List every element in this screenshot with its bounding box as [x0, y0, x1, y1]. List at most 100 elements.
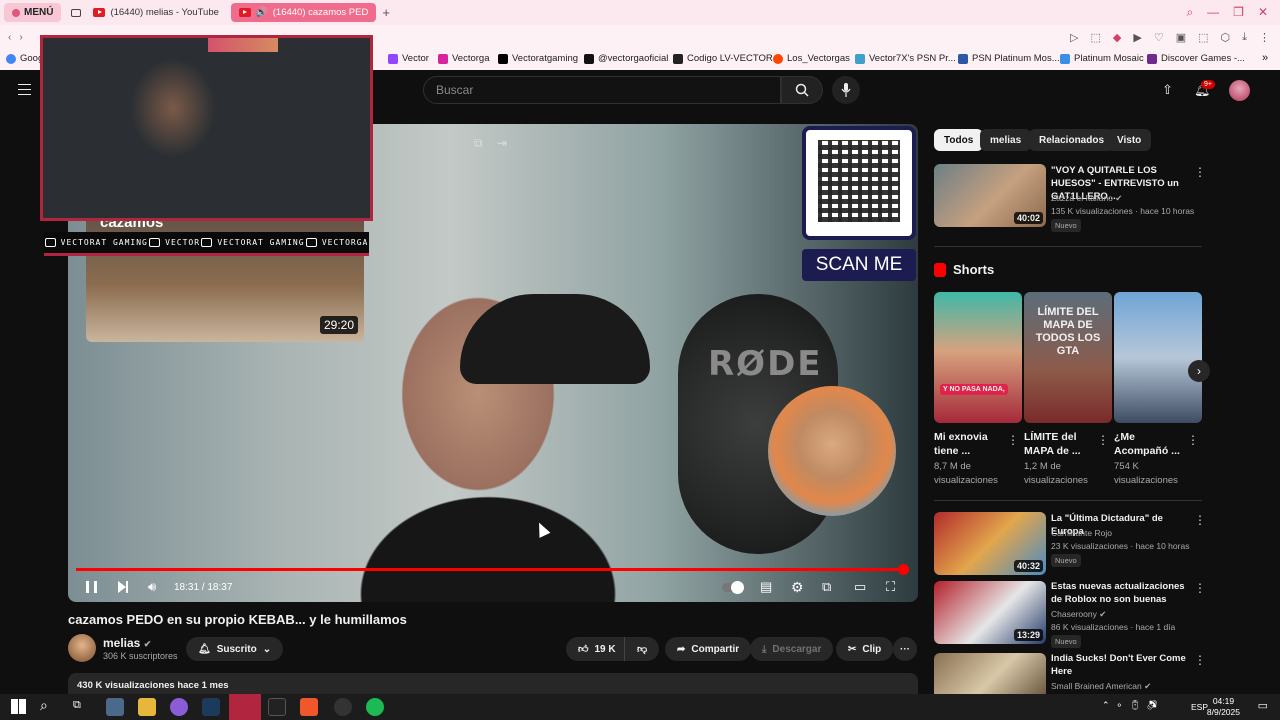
rec-more-icon[interactable]: ⋮ — [1194, 582, 1206, 594]
like-button[interactable]: 👍︎ 19 K — [566, 637, 628, 661]
overlay-video-card[interactable]: cazamos 29:20 — [86, 200, 364, 342]
rec-more-icon[interactable]: ⋮ — [1194, 514, 1206, 526]
rec-channel-2[interactable]: Caminante Rojo — [1051, 528, 1112, 538]
maximize-icon[interactable]: ❐ — [1233, 5, 1244, 20]
progress-scrubber[interactable] — [898, 564, 910, 575]
pause-button[interactable] — [86, 579, 97, 595]
rec-thumbnail-1[interactable]: 40:02 — [934, 164, 1046, 227]
theater-button[interactable]: ▭ — [854, 579, 866, 595]
bookmark-psn-platinum[interactable]: PSN Platinum Mos... — [958, 53, 1060, 64]
short-title-2[interactable]: LÍMITE del MAPA de ... — [1024, 430, 1096, 458]
windows-start-icon[interactable] — [11, 699, 26, 714]
rec-thumbnail-4[interactable] — [934, 653, 1046, 694]
sidebar-icon[interactable]: ▣ — [1176, 31, 1186, 44]
steam-icon[interactable] — [202, 698, 220, 716]
task-view-icon[interactable]: ⧉ — [73, 699, 81, 712]
tab-melias[interactable]: (16440) melias - YouTube — [85, 3, 226, 22]
bookmark-platinum-mosaic[interactable]: Platinum Mosaic — [1060, 53, 1144, 64]
shorts-next-button[interactable]: › — [1188, 360, 1210, 382]
shield-icon[interactable]: ◆ — [1113, 31, 1121, 44]
short-thumbnail-2[interactable]: LÍMITE DEL MAPA DE TODOS LOS GTA — [1024, 292, 1112, 423]
upload-icon[interactable]: ⇧ — [1162, 82, 1173, 98]
screenshot-icon[interactable]: ⬚ — [1090, 31, 1100, 44]
file-explorer-icon[interactable] — [138, 698, 156, 716]
channel-avatar[interactable] — [68, 634, 96, 662]
taskbar-clock[interactable]: 04:19 8/9/2025 — [1207, 696, 1240, 718]
short-title-3[interactable]: ¿Me Acompañó ... — [1114, 430, 1186, 458]
pin-icon[interactable]: ⬚ — [1198, 31, 1208, 44]
close-icon[interactable]: ✕ — [1258, 5, 1268, 20]
exit-icon[interactable]: ⇥ — [497, 136, 507, 150]
description-box[interactable]: 430 K visualizaciones hace 1 mes — [68, 673, 918, 695]
more-actions-button[interactable]: ··· — [893, 637, 917, 661]
bookmark-psn-profile[interactable]: Vector7X's PSN Pr... — [855, 53, 956, 64]
subscribed-button[interactable]: 🔔︎ Suscrito ⌄ — [186, 637, 284, 661]
channel-name[interactable]: melias ✔ — [103, 636, 151, 650]
rec-more-icon[interactable]: ⋮ — [1194, 654, 1206, 666]
next-button[interactable] — [118, 579, 128, 595]
short-more-icon[interactable]: ⋮ — [1007, 434, 1019, 446]
download-button[interactable]: ⤓ Descargar — [750, 637, 834, 661]
subtitles-button[interactable]: ▤ — [760, 579, 772, 595]
dislike-button[interactable]: 👎︎ — [624, 637, 660, 661]
short-title-1[interactable]: Mi exnovia tiene ... — [934, 430, 1006, 458]
bookmark-codigo[interactable]: Codigo LV-VECTOR — [673, 53, 773, 64]
voice-search-button[interactable] — [832, 76, 860, 104]
autoplay-toggle[interactable] — [722, 579, 744, 595]
forward-icon[interactable]: › — [19, 32, 22, 43]
new-tab-button[interactable]: + — [382, 5, 390, 20]
app-icon[interactable] — [268, 698, 286, 716]
notifications-icon[interactable]: ▭ — [1258, 699, 1268, 712]
share-button[interactable]: ➦ Compartir — [665, 637, 752, 661]
taskbar-search-icon[interactable]: ⌕ — [40, 697, 48, 714]
more-icon[interactable]: ⋮ — [1259, 31, 1270, 44]
settings-button[interactable]: ⚙ — [791, 579, 804, 595]
rec-title-3[interactable]: Estas nuevas actualizaciones de Roblox n… — [1051, 580, 1191, 606]
obs-icon[interactable] — [334, 698, 352, 716]
search-tabs-icon[interactable]: ⌕ — [1186, 5, 1193, 20]
extensions-icon[interactable]: ⬡ — [1221, 31, 1231, 44]
tab-video[interactable]: 🔊 (16440) cazamos PED — [230, 3, 377, 22]
active-app-icon[interactable] — [229, 694, 261, 720]
opera-gx-icon[interactable] — [170, 698, 188, 716]
rec-channel-3[interactable]: Chaseroony ✔ — [1051, 609, 1106, 620]
bookmark-vectoratgaming[interactable]: Vectoratgaming — [498, 53, 578, 64]
language-indicator[interactable]: ESP — [1191, 702, 1208, 712]
download-icon[interactable]: ⤓ — [1242, 31, 1247, 44]
chip-todos[interactable]: Todos — [934, 129, 984, 151]
short-more-icon[interactable]: ⋮ — [1097, 434, 1109, 446]
rec-more-icon[interactable]: ⋮ — [1194, 166, 1206, 178]
app-icon[interactable] — [106, 698, 124, 716]
short-thumbnail-3[interactable] — [1114, 292, 1202, 423]
bookmark-los-vectorgas[interactable]: Los_Vectorgas — [773, 53, 850, 64]
rec-channel-1[interactable]: Zazza el Italiano ✔ — [1051, 193, 1122, 204]
extension-icon[interactable]: ▷ — [1070, 31, 1078, 44]
brave-icon[interactable] — [300, 698, 318, 716]
search-button[interactable] — [781, 76, 823, 104]
bookmarks-more-icon[interactable]: » — [1262, 52, 1268, 64]
progress-bar[interactable] — [76, 564, 910, 575]
search-input[interactable]: Buscar — [423, 76, 781, 104]
volume-button[interactable]: 🔊︎ — [148, 579, 156, 595]
rec-title-4[interactable]: India Sucks! Don't Ever Come Here — [1051, 652, 1191, 678]
heart-icon[interactable]: ♡ — [1154, 31, 1164, 44]
short-more-icon[interactable]: ⋮ — [1187, 434, 1199, 446]
miniplayer-overlay-icon[interactable]: ⧉ — [474, 136, 483, 151]
back-icon[interactable]: ‹ — [8, 32, 11, 43]
bookmark-discover-games[interactable]: Discover Games -... — [1147, 53, 1245, 64]
browser-menu-button[interactable]: MENÚ — [4, 3, 62, 22]
chip-visto[interactable]: Visto — [1107, 129, 1152, 151]
minimize-icon[interactable]: — — [1207, 5, 1219, 20]
short-thumbnail-1[interactable]: Y NO PASA NADA, — [934, 292, 1022, 423]
fullscreen-button[interactable]: ⛶ — [886, 579, 895, 595]
rec-channel-4[interactable]: Small Brained American ✔ — [1051, 681, 1151, 692]
account-avatar[interactable] — [1229, 80, 1250, 101]
chip-melias[interactable]: melias — [980, 129, 1032, 151]
bookmark-vectorga[interactable]: Vectorga — [438, 53, 490, 64]
spotify-icon[interactable] — [366, 698, 384, 716]
guide-menu-icon[interactable] — [18, 84, 31, 95]
chip-relacionados[interactable]: Relacionados — [1029, 129, 1115, 151]
bookmark-tiktok[interactable]: @vectorgaoficial — [584, 53, 668, 64]
tray-icons[interactable]: ⌃⚬🔋︎🔊︎ — [1102, 700, 1164, 711]
rec-thumbnail-2[interactable]: 40:32 — [934, 512, 1046, 575]
